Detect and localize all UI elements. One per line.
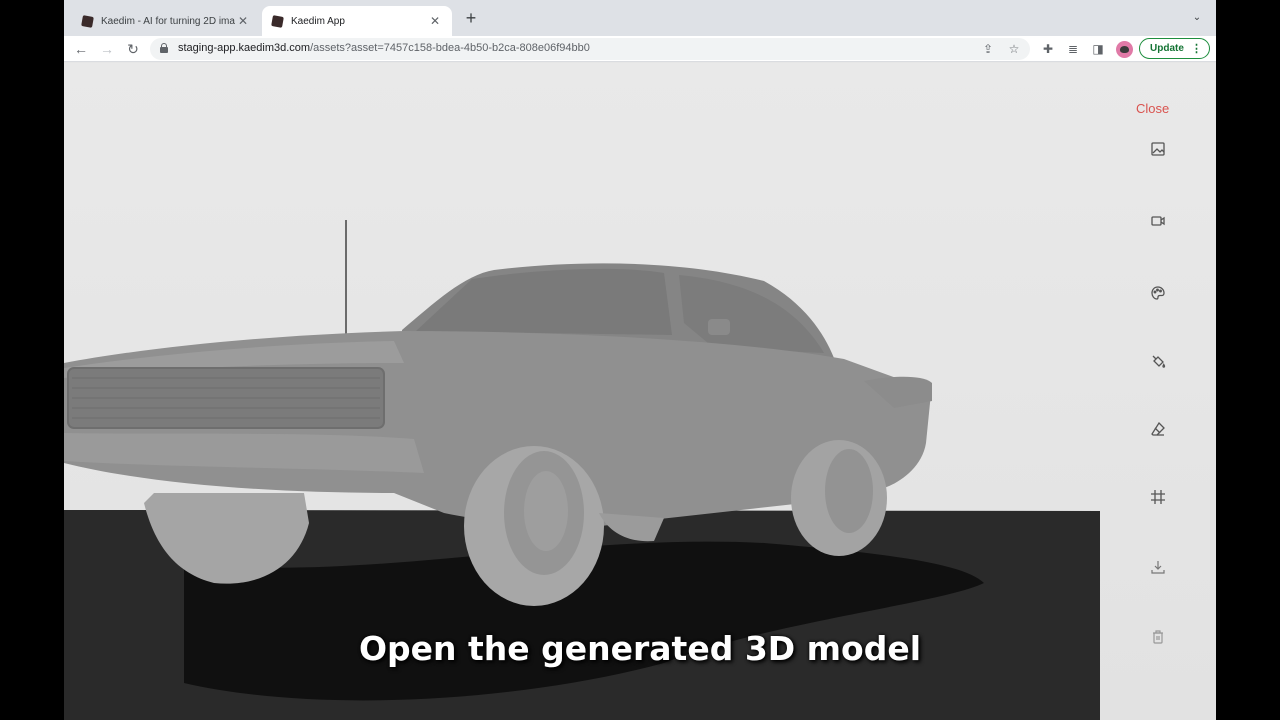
tab-title: Kaedim - AI for turning 2D ima	[101, 15, 235, 27]
kaedim-favicon-icon	[81, 14, 94, 28]
share-icon[interactable]: ⇪	[980, 41, 996, 57]
close-icon[interactable]: ✕	[428, 14, 442, 28]
tab-kaedim-website[interactable]: Kaedim - AI for turning 2D ima ✕	[72, 6, 260, 36]
video-letterbox-left	[0, 0, 64, 720]
tab-title: Kaedim App	[291, 15, 345, 27]
palette-icon[interactable]	[1148, 283, 1168, 303]
download-icon[interactable]	[1148, 557, 1168, 577]
side-mirror	[708, 319, 730, 335]
video-letterbox-right	[1216, 0, 1280, 720]
address-bar[interactable]: staging-app.kaedim3d.com/assets?asset=74…	[150, 38, 1030, 60]
profile-avatar[interactable]	[1116, 41, 1133, 58]
video-icon[interactable]	[1148, 211, 1168, 231]
reload-icon[interactable]: ↻	[124, 40, 142, 58]
new-tab-plus-icon[interactable]: +	[462, 9, 480, 27]
kaedim-favicon-icon	[271, 14, 284, 28]
bookmark-star-icon[interactable]: ☆	[1006, 41, 1022, 57]
eraser-icon[interactable]	[1148, 419, 1168, 439]
url-path: /assets?asset=7457c158-bdea-4b50-b2ca-80…	[310, 42, 590, 54]
lock-icon	[160, 43, 168, 53]
side-panel-icon[interactable]: ◨	[1090, 41, 1106, 57]
update-button[interactable]: Update ⋮	[1139, 38, 1210, 59]
forward-arrow-icon[interactable]: →	[98, 40, 116, 58]
more-menu-icon[interactable]: ⋮	[1191, 42, 1202, 55]
back-arrow-icon[interactable]: ←	[72, 40, 90, 58]
tab-strip: Kaedim - AI for turning 2D ima ✕ Kaedim …	[64, 0, 1216, 36]
tab-kaedim-app[interactable]: Kaedim App ✕	[262, 6, 452, 36]
browser-window: Kaedim - AI for turning 2D ima ✕ Kaedim …	[64, 0, 1216, 720]
close-icon[interactable]: ✕	[236, 14, 250, 28]
video-caption: Open the generated 3D model	[358, 629, 922, 668]
browser-toolbar: ← → ↻ staging-app.kaedim3d.com/assets?as…	[64, 36, 1216, 62]
chevron-down-icon[interactable]: ⌄	[1190, 12, 1204, 26]
paint-bucket-icon[interactable]	[1148, 353, 1168, 373]
url-text[interactable]: staging-app.kaedim3d.com/assets?asset=74…	[178, 42, 590, 54]
grid-icon[interactable]	[1148, 487, 1168, 507]
model-viewer[interactable]: Close Open the generated 3D model	[64, 63, 1216, 720]
close-link[interactable]: Close	[1136, 101, 1169, 116]
image-icon[interactable]	[1148, 139, 1168, 159]
3d-model-canvas[interactable]	[64, 63, 1216, 720]
update-label: Update	[1150, 43, 1184, 54]
media-queue-icon[interactable]: ≣	[1065, 41, 1081, 57]
extensions-puzzle-icon[interactable]: ✚	[1040, 41, 1056, 57]
url-host: staging-app.kaedim3d.com	[178, 42, 311, 54]
